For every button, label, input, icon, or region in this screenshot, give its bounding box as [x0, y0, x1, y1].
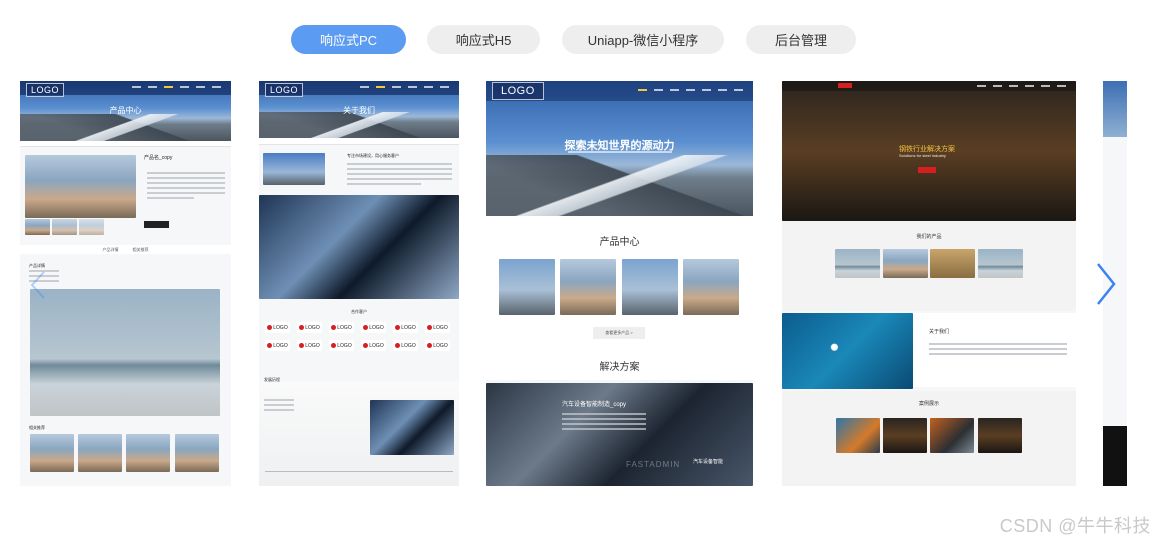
site-logo: LOGO — [26, 83, 65, 97]
products-title: 我们的产品 — [916, 234, 942, 240]
section-title: 产品详情 — [29, 263, 45, 268]
product-card[interactable] — [622, 259, 678, 315]
about-image — [782, 313, 913, 389]
product-detail-image — [30, 289, 220, 416]
product-card[interactable] — [930, 249, 975, 278]
product-thumb[interactable] — [52, 219, 77, 235]
product-card[interactable] — [560, 259, 616, 315]
site-logo: LOGO — [492, 82, 544, 100]
product-description — [147, 172, 225, 202]
contact-button[interactable] — [144, 221, 169, 228]
product-card[interactable] — [683, 259, 739, 315]
history-title: 发展历程 — [264, 377, 280, 382]
tab-admin-backend[interactable]: 后台管理 — [746, 25, 856, 54]
hero-subtitle: Solutions for steel industry — [899, 153, 946, 158]
feature-banner — [259, 195, 459, 299]
about-title: 关于我们 — [929, 329, 950, 335]
case-card[interactable] — [978, 418, 1022, 453]
chevron-left-icon[interactable] — [30, 270, 46, 300]
template-card-product-detail[interactable]: LOGO 产品中心 产品名_copy 产品详情 相关推荐 产品详情 相关推荐 — [20, 81, 231, 486]
product-name: 产品名_copy — [144, 155, 173, 161]
product-card[interactable] — [835, 249, 880, 278]
navbar — [782, 81, 1076, 91]
tab-uniapp-miniprogram[interactable]: Uniapp-微信小程序 — [562, 25, 724, 54]
product-image — [25, 155, 136, 218]
chevron-right-icon[interactable] — [1094, 261, 1118, 307]
solution-caption: 汽车设备智能制造_copy — [562, 402, 627, 408]
case-card[interactable] — [836, 418, 880, 453]
hero-title: 关于我们 — [343, 106, 375, 115]
more-products-button[interactable]: 查看更多产品 > — [593, 327, 645, 339]
tab-product-detail[interactable]: 产品详情 — [103, 247, 119, 253]
product-card[interactable] — [499, 259, 555, 315]
product-thumb[interactable] — [25, 219, 50, 235]
related-title: 相关推荐 — [29, 425, 45, 430]
hero-title: 产品中心 — [109, 106, 142, 115]
tab-responsive-pc[interactable]: 响应式PC — [291, 25, 406, 54]
products-title: 产品中心 — [599, 237, 640, 248]
related-item[interactable] — [30, 434, 74, 472]
hero-slogan: 探索未知世界的源动力 — [564, 140, 675, 152]
solutions-title: 解决方案 — [599, 362, 640, 373]
product-card[interactable] — [883, 249, 928, 278]
related-item[interactable] — [126, 434, 170, 472]
platform-tabs: 响应式PC 响应式H5 Uniapp-微信小程序 后台管理 — [0, 25, 1157, 55]
history-image — [370, 400, 454, 455]
template-card-about[interactable]: LOGO 关于我们 专注市场建设，用心服务客户 合作客户 LOGO LOGO L… — [259, 81, 459, 486]
watermark-overlay: FASTADMIN — [626, 460, 681, 469]
site-logo: LOGO — [265, 83, 304, 97]
partners-title: 合作客户 — [351, 309, 367, 314]
tab-responsive-h5[interactable]: 响应式H5 — [427, 25, 540, 54]
about-image — [263, 153, 325, 185]
site-logo — [838, 83, 852, 88]
product-thumb[interactable] — [79, 219, 104, 235]
case-card[interactable] — [883, 418, 927, 453]
case-card[interactable] — [930, 418, 974, 453]
template-card-steel[interactable]: 钢铁行业解决方案 Solutions for steel industry 我们… — [782, 81, 1076, 486]
related-item[interactable] — [175, 434, 219, 472]
template-showcase: 响应式PC 响应式H5 Uniapp-微信小程序 后台管理 LOGO 产品中心 … — [0, 0, 1157, 546]
tab-related[interactable]: 相关推荐 — [133, 247, 149, 253]
product-card[interactable] — [978, 249, 1023, 278]
hero-button[interactable] — [918, 167, 936, 173]
timeline[interactable] — [265, 471, 453, 472]
about-heading: 专注市场建设，用心服务客户 — [347, 153, 399, 158]
related-item[interactable] — [78, 434, 122, 472]
solution-caption-2: 汽车设备智能 — [693, 459, 724, 465]
template-card-home[interactable]: LOGO 探索未知世界的源动力 产品中心 查看更多产品 > 解决方案 汽车设备智… — [486, 81, 753, 486]
cases-title: 案例展示 — [918, 401, 939, 407]
csdn-watermark: CSDN @牛牛科技 — [999, 516, 1151, 536]
